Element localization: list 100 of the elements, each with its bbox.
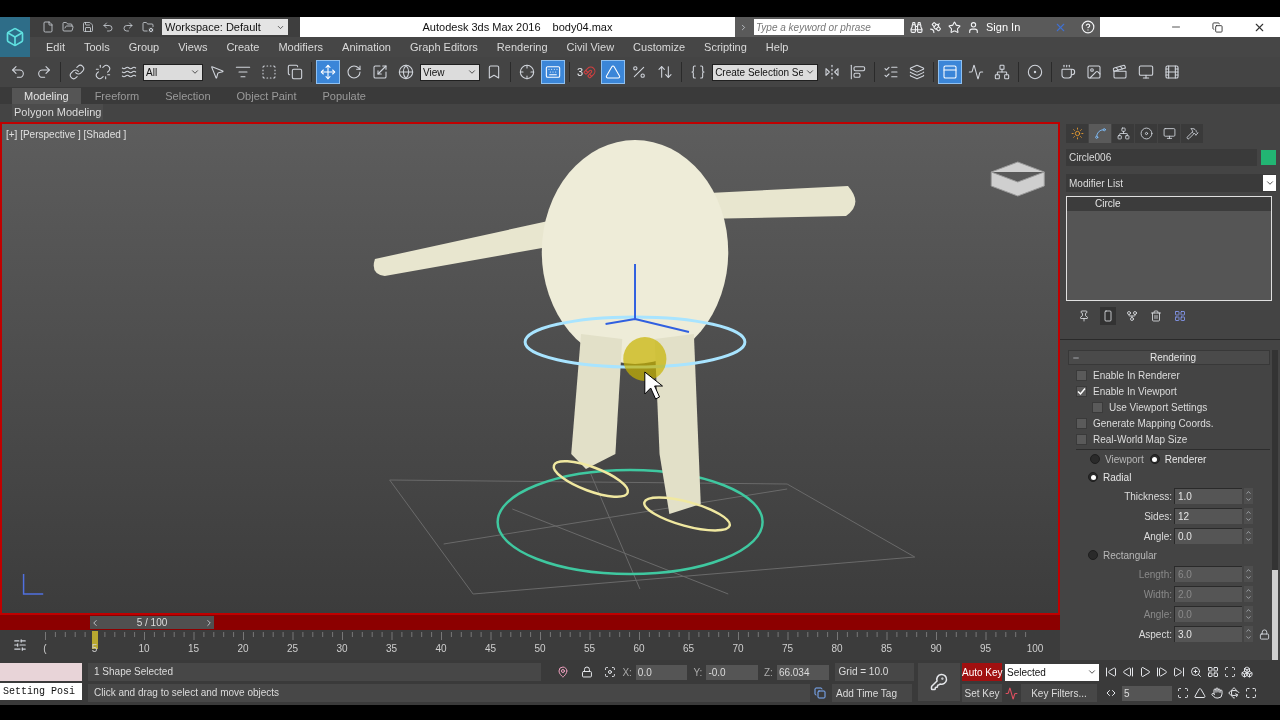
ribbon-tab[interactable]: Freeform [82, 88, 152, 104]
snap-toggle[interactable]: 3 [574, 60, 600, 84]
restore-icon[interactable] [1212, 21, 1223, 33]
menu-item[interactable]: Civil View [566, 38, 615, 56]
radio-button[interactable] [1149, 454, 1160, 464]
menu-item[interactable]: Edit [46, 38, 65, 56]
quick-access-button[interactable] [140, 19, 156, 35]
number-field[interactable]: 0.0 [1174, 528, 1242, 544]
spinner[interactable] [1244, 508, 1253, 524]
dropdown[interactable]: View [420, 63, 480, 81]
help-icon[interactable] [1081, 20, 1095, 34]
dropdown[interactable]: Create Selection Se [712, 63, 819, 81]
spinner[interactable] [1244, 566, 1253, 582]
ribbon-tab[interactable]: Object Paint [224, 88, 309, 104]
menu-item[interactable]: Rendering [496, 38, 548, 56]
toolbar-button[interactable] [938, 60, 963, 84]
satellite-icon[interactable] [929, 20, 942, 34]
spinner[interactable] [1244, 488, 1253, 504]
go-to-end-icon[interactable] [1173, 666, 1185, 678]
zoom-icon[interactable] [1190, 666, 1202, 678]
panel-tab[interactable] [1158, 124, 1180, 143]
quick-access-button[interactable] [60, 19, 76, 35]
isolate-pin-icon[interactable] [556, 666, 569, 678]
absolute-mode-icon[interactable] [604, 666, 617, 678]
play-icon[interactable] [1139, 666, 1151, 678]
spinner[interactable] [1244, 626, 1253, 642]
number-field[interactable]: 12 [1174, 508, 1242, 524]
menu-item[interactable]: Tools [83, 38, 110, 56]
add-time-tag-button[interactable]: Add Time Tag [832, 684, 912, 702]
current-frame-field[interactable]: 5 [1122, 685, 1172, 701]
toolbar-button[interactable] [601, 60, 626, 84]
checkbox[interactable] [1076, 417, 1087, 429]
menu-item[interactable]: Customize [633, 38, 686, 56]
menu-item[interactable]: Group [128, 38, 160, 56]
ribbon-tab[interactable]: Populate [310, 88, 378, 104]
viewport-label[interactable]: [+] [Perspective ] [Shaded ] [6, 127, 127, 142]
checkbox[interactable] [1076, 433, 1087, 445]
lock-icon[interactable] [1259, 628, 1270, 640]
time-slider[interactable]: 5 / 100 [90, 616, 214, 629]
checkbox[interactable] [1092, 401, 1103, 413]
maxscript-listener-field[interactable] [0, 663, 82, 681]
coordinate-field[interactable]: 66.034 [776, 664, 829, 680]
scrollbar-thumb[interactable] [1272, 570, 1278, 660]
object-color-swatch[interactable] [1261, 150, 1276, 165]
stack-item[interactable]: Circle [1067, 197, 1271, 211]
go-to-start-icon[interactable] [1105, 666, 1117, 678]
menu-item[interactable]: Modifiers [278, 38, 324, 56]
key-icon[interactable] [930, 673, 948, 691]
coordinate-field[interactable]: 0.0 [635, 664, 688, 680]
viewport[interactable]: [+] [Perspective ] [Shaded ] [0, 122, 1060, 615]
spinner[interactable] [1244, 586, 1253, 602]
ribbon-tab[interactable]: Modeling [12, 88, 81, 104]
quick-access-button[interactable] [120, 19, 136, 35]
checkbox[interactable] [1076, 385, 1087, 397]
ribbon-tab[interactable]: Selection [153, 88, 223, 104]
panel-tab[interactable] [1181, 124, 1203, 143]
time-tag-icon[interactable] [814, 687, 826, 699]
zoom-extents-all-icon[interactable] [1241, 666, 1253, 678]
lock-icon[interactable] [580, 666, 593, 678]
sign-in-link[interactable]: Sign In [986, 18, 1048, 36]
radio-button[interactable] [1088, 472, 1098, 482]
quick-access-button[interactable] [40, 19, 56, 35]
menu-item[interactable]: Views [178, 38, 208, 56]
menu-item[interactable]: Create [226, 38, 260, 56]
time-config-icon[interactable] [13, 638, 27, 652]
spinner[interactable] [1244, 528, 1253, 544]
app-logo-button[interactable] [0, 17, 30, 57]
radio-button[interactable] [1088, 550, 1098, 560]
dropdown[interactable]: All [143, 63, 203, 81]
number-field[interactable]: 3.0 [1174, 626, 1242, 642]
star-icon[interactable] [948, 20, 961, 34]
quick-access-button[interactable] [80, 19, 96, 35]
spinner[interactable] [1244, 606, 1253, 622]
panel-tab[interactable] [1066, 124, 1088, 143]
previous-frame-icon[interactable] [1122, 666, 1134, 678]
orbit-icon[interactable] [1228, 687, 1240, 699]
auto-key-button[interactable]: Auto Key [962, 663, 1002, 681]
menu-item[interactable]: Help [765, 38, 789, 56]
set-key-button[interactable]: Set Key [962, 684, 1002, 702]
region-zoom-icon[interactable] [1177, 687, 1189, 699]
object-name-field[interactable]: Circle006 [1066, 149, 1257, 166]
stack-tool-button[interactable] [1100, 307, 1116, 325]
key-mode-dropdown[interactable]: Selected [1005, 663, 1099, 681]
menu-item[interactable]: Scripting [704, 38, 747, 56]
zoom-all-icon[interactable] [1207, 666, 1219, 678]
binoculars-icon[interactable] [910, 20, 923, 34]
maxscript-output[interactable]: Setting Posi [0, 683, 82, 700]
pan-icon[interactable] [1211, 687, 1223, 699]
menu-item[interactable]: Graph Editors [409, 38, 478, 56]
zoom-extents-icon[interactable] [1224, 666, 1236, 678]
workspace-dropdown[interactable]: Workspace: Default [162, 19, 288, 35]
rollout-header[interactable]: Rendering [1068, 350, 1270, 365]
next-frame-icon[interactable] [1156, 666, 1168, 678]
stack-tool-button[interactable] [1148, 307, 1164, 325]
expand-icon[interactable] [739, 22, 748, 32]
number-field[interactable]: 1.0 [1174, 488, 1242, 504]
coordinate-field[interactable]: -0.0 [706, 664, 758, 680]
maximize-viewport-icon[interactable] [1245, 687, 1257, 699]
search-field[interactable]: Type a keyword or phrase [754, 19, 904, 35]
modifier-list-dropdown[interactable]: Modifier List [1066, 174, 1276, 192]
